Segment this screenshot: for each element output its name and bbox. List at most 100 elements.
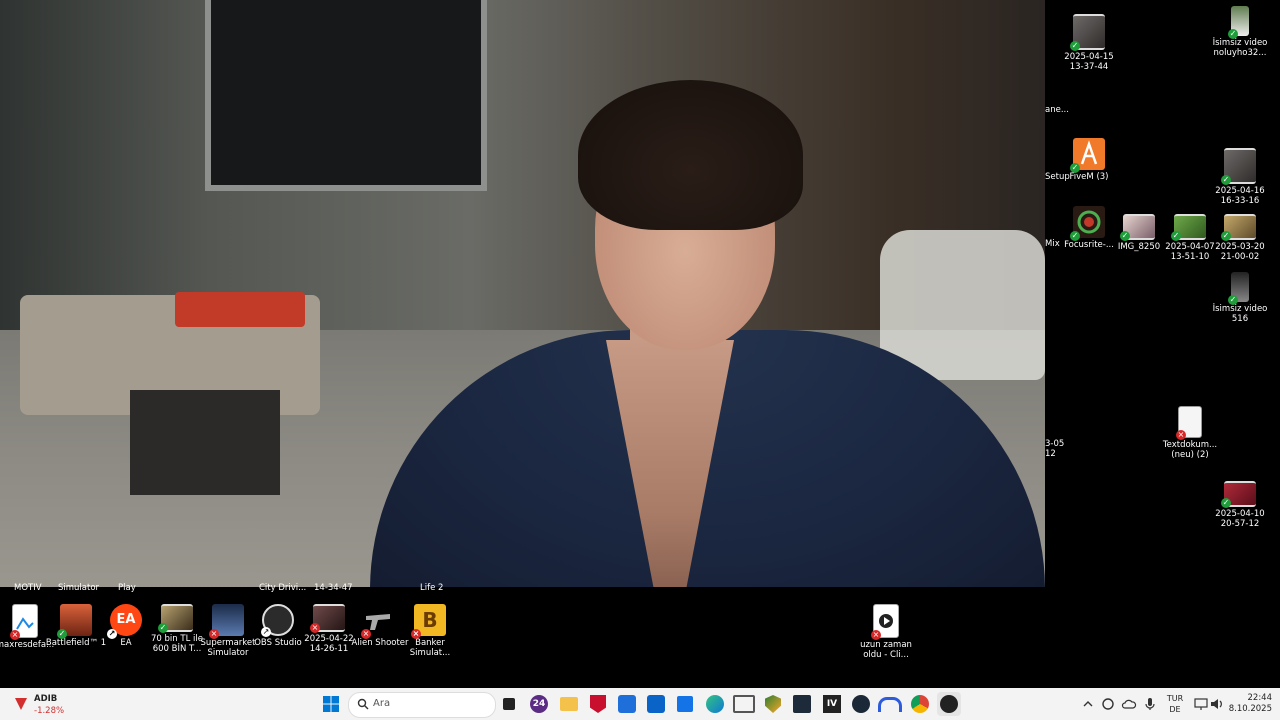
search-placeholder: Ara xyxy=(373,698,391,709)
ea-icon: EA ↗ xyxy=(107,604,142,639)
cut-label: 14-34-47 xyxy=(314,583,353,593)
store-icon xyxy=(677,696,693,712)
image-thumbnail-icon: ✓ xyxy=(1120,214,1155,241)
obs-icon: ↗ xyxy=(261,604,294,637)
taskbar-app[interactable] xyxy=(586,692,610,716)
desktop-icon[interactable]: ✓ FiveM (3) xyxy=(1052,138,1126,182)
cut-label: Simulator xyxy=(58,583,100,593)
banker-simulator-icon: B × xyxy=(411,604,446,639)
taskbar-app[interactable] xyxy=(908,692,932,716)
desktop-icon-label: Banker Simulat... xyxy=(409,638,451,658)
taskbar-app[interactable] xyxy=(761,692,785,716)
language-indicator[interactable]: TUR DE xyxy=(1163,693,1187,715)
video-thumbnail-icon: ✓ xyxy=(1221,148,1256,185)
search-box[interactable]: Ara xyxy=(348,692,496,718)
task-view-icon xyxy=(503,698,515,710)
task-view-button[interactable] xyxy=(497,692,521,716)
clock-date: 8.10.2025 xyxy=(1228,704,1272,714)
desktop-icon-label: İsimsiz video noluyho32... xyxy=(1212,38,1268,58)
clock[interactable]: 22:44 8.10.2025 xyxy=(1222,693,1272,715)
desktop-icon[interactable]: ✓ İsimsiz video 516 xyxy=(1203,272,1277,324)
media-file-icon: × xyxy=(871,604,899,640)
focusrite-icon: ✓ xyxy=(1070,206,1105,241)
cut-label: Play xyxy=(118,583,136,593)
obs-icon xyxy=(940,695,958,713)
text-document-icon: × xyxy=(1176,406,1202,440)
cut-label: MOTIV xyxy=(14,583,42,593)
desktop-icon[interactable]: B × Banker Simulat... xyxy=(393,604,467,658)
language-code: TUR xyxy=(1166,694,1184,703)
video-thumbnail-icon: ✓ xyxy=(1221,214,1256,241)
network-icon[interactable] xyxy=(1193,696,1209,712)
desktop-icon[interactable]: ✓ 2025-03-20 21-00-02 xyxy=(1203,214,1277,262)
supermarket-simulator-icon: × xyxy=(209,604,244,639)
taskbar-app[interactable] xyxy=(849,692,873,716)
desktop-icon-label: Textdokum... (neu) (2) xyxy=(1162,440,1218,460)
desktop-icon[interactable]: × Textdokum... (neu) (2) xyxy=(1153,406,1227,460)
battlefield-icon: ✓ xyxy=(57,604,92,639)
cut-label: City Drivi... xyxy=(259,583,307,593)
video-thumbnail-icon: × xyxy=(310,604,345,633)
photos-icon xyxy=(733,695,755,713)
background-chair xyxy=(880,230,1045,380)
taskbar-app[interactable] xyxy=(615,692,639,716)
stock-down-icon xyxy=(15,698,27,710)
video-file-icon: ✓ xyxy=(1228,6,1249,39)
desktop-icon-label: uzun zaman oldu - Cli... xyxy=(860,640,912,660)
taskbar-app[interactable] xyxy=(878,692,902,716)
taskbar-app[interactable] xyxy=(732,692,756,716)
taskbar-app[interactable] xyxy=(644,692,668,716)
person-hair xyxy=(578,80,803,230)
desktop-icon-label: 2025-03-20 21-00-02 xyxy=(1215,242,1265,262)
cut-label: ane... xyxy=(1045,105,1069,115)
taskbar-app[interactable]: 24 xyxy=(527,692,551,716)
background-monitor xyxy=(205,0,487,191)
mcafee-icon xyxy=(590,695,606,713)
desktop-icon[interactable]: × uzun zaman oldu - Cli... xyxy=(849,604,923,660)
desktop-icon-label: 2025-04-16 16-33-16 xyxy=(1215,186,1265,206)
taskbar-app-active[interactable] xyxy=(937,692,961,716)
chrome-icon xyxy=(911,695,929,713)
cut-label: 12 xyxy=(1045,449,1056,459)
start-button[interactable] xyxy=(319,692,343,716)
video-thumbnail-icon: ✓ xyxy=(158,604,193,633)
desktop-icon[interactable]: ✓ 2025-04-16 16-33-16 xyxy=(1203,148,1277,206)
desktop-icon[interactable]: ✓ 2025-04-10 20-57-12 xyxy=(1203,481,1277,529)
photo-editor-icon xyxy=(793,695,811,713)
file-explorer-icon xyxy=(560,697,578,711)
desktop-icon-label: 2025-04-10 20-57-12 xyxy=(1215,509,1265,529)
desktop-icon[interactable]: ✓ İsimsiz video noluyho32... xyxy=(1203,6,1277,58)
stock-widget[interactable]: ADIB -1.28% xyxy=(12,692,82,716)
windows-start-icon xyxy=(323,696,339,712)
video-file-icon: ✓ xyxy=(1228,272,1249,305)
sync-icon[interactable] xyxy=(1100,696,1116,712)
chevron-up-icon[interactable] xyxy=(1080,696,1096,712)
clock-time: 22:44 xyxy=(1247,693,1273,703)
fivem-icon: ✓ xyxy=(1070,138,1105,173)
24-icon: 24 xyxy=(530,695,548,713)
shield-app-icon xyxy=(765,695,781,713)
taskbar-app[interactable]: IV xyxy=(820,692,844,716)
taskbar-app[interactable] xyxy=(790,692,814,716)
webcam-video xyxy=(0,0,1045,587)
video-thumbnail-icon: ✓ xyxy=(1070,14,1105,51)
cut-label: Life 2 xyxy=(420,583,444,593)
background-table-leg xyxy=(130,390,280,495)
taskbar-app[interactable] xyxy=(703,692,727,716)
desktop-icon[interactable]: ✓ 2025-04-15 13-37-44 xyxy=(1052,14,1126,72)
arc-icon xyxy=(878,696,902,712)
stock-change: -1.28% xyxy=(34,706,65,716)
video-thumbnail-icon: ✓ xyxy=(1171,214,1206,241)
background-red-box xyxy=(175,292,305,327)
taskbar-app[interactable] xyxy=(557,692,581,716)
search-icon xyxy=(357,698,369,710)
desktop-icon-label: FiveM (3) xyxy=(1069,172,1109,182)
alien-shooter-icon: × xyxy=(361,604,396,639)
microphone-icon[interactable] xyxy=(1142,696,1158,712)
desktop-icon-label: 2025-04-15 13-37-44 xyxy=(1064,52,1114,72)
iv-icon: IV xyxy=(823,695,841,713)
taskbar-app[interactable] xyxy=(673,692,697,716)
cloud-icon[interactable] xyxy=(1121,696,1137,712)
cut-label: 3-05 xyxy=(1045,439,1065,449)
video-thumbnail-icon: ✓ xyxy=(1221,481,1256,508)
